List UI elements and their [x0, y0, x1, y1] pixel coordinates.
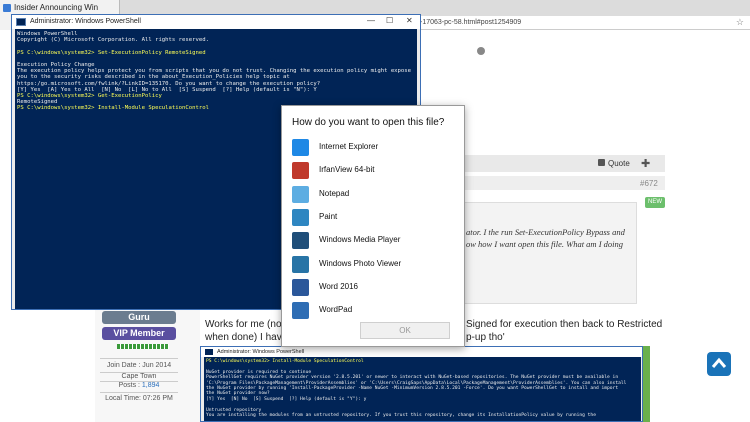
wordpad-icon	[292, 302, 309, 320]
tab-title: Insider Announcing Win	[14, 3, 99, 12]
window-titlebar[interactable]: Administrator: Windows PowerShell	[201, 347, 642, 357]
info-icon[interactable]	[477, 47, 485, 55]
console-output[interactable]: PS C:\windows\system32> Install-Module S…	[204, 357, 641, 421]
quote-text-line2: ow how I want open this file. What am I …	[466, 239, 624, 249]
join-date: Join Date : Jun 2014	[106, 362, 172, 369]
divider	[100, 358, 178, 359]
app-option[interactable]: Windows Photo Viewer	[292, 254, 442, 274]
location: Cape Town	[121, 373, 157, 380]
divider	[100, 392, 178, 393]
window-titlebar[interactable]: Administrator: Windows PowerShell — ☐ ✕	[12, 15, 420, 29]
dialog-title: How do you want to open this file?	[292, 117, 445, 128]
reply-text-line2: when done) I have	[205, 332, 288, 343]
window-title: Administrator: Windows PowerShell	[217, 349, 305, 355]
window-edge	[643, 346, 650, 422]
app-label: Windows Media Player	[319, 235, 401, 245]
app-label: WordPad	[319, 305, 353, 315]
reply-text-line1-end: Signed for execution then back to Restri…	[466, 319, 663, 330]
ok-button[interactable]: OK	[360, 322, 450, 339]
powershell-icon	[205, 349, 213, 355]
star-icon[interactable]: ☆	[736, 17, 744, 28]
quote-button[interactable]: Quote	[608, 159, 630, 168]
powershell-icon	[16, 18, 26, 26]
internet-explorer-icon	[292, 139, 309, 156]
local-time: Local Time: 07:26 PM	[105, 395, 173, 402]
quote-text-line1: ator. I the run Set-ExecutionPolicy Bypa…	[466, 227, 625, 237]
scroll-to-top-button[interactable]	[707, 352, 731, 376]
reply-text-line2-end: p-up tho'	[466, 332, 505, 343]
multiquote-icon[interactable]: ✚	[641, 157, 650, 170]
rank-guru-badge: Guru	[102, 311, 176, 324]
minimize-icon[interactable]: —	[367, 16, 375, 25]
app-option[interactable]: Windows Media Player	[292, 230, 442, 250]
irfanview-icon	[292, 162, 309, 180]
powershell-window-2[interactable]: Administrator: Windows PowerShell PS C:\…	[200, 346, 643, 422]
app-label: IrfanView 64-bit	[319, 165, 375, 175]
url-text: -17063-pc-58.html#post1254909	[420, 19, 522, 26]
app-label: Internet Explorer	[319, 142, 379, 151]
app-option[interactable]: IrfanView 64-bit	[292, 160, 442, 180]
posts-label: Posts :	[118, 382, 142, 389]
posts-count: Posts : 1,894	[102, 382, 176, 389]
quote-icon[interactable]	[598, 159, 605, 166]
console-line: PowerShellGet requires NuGet provider ve…	[206, 375, 619, 381]
app-option[interactable]: Word 2016	[292, 277, 442, 297]
paint-icon	[292, 208, 309, 226]
reputation-bar	[117, 344, 169, 349]
maximize-icon[interactable]: ☐	[386, 16, 393, 25]
app-option[interactable]: Paint	[292, 207, 442, 227]
notepad-icon	[292, 185, 309, 203]
photo-viewer-icon	[292, 255, 309, 273]
post-number[interactable]: #672	[640, 179, 658, 188]
app-label: Word 2016	[319, 281, 358, 291]
media-player-icon	[292, 232, 309, 250]
close-icon[interactable]: ✕	[406, 16, 413, 25]
favicon-icon	[3, 4, 11, 12]
app-option[interactable]: Notepad	[292, 184, 442, 204]
reply-text-line1: Works for me (note	[205, 319, 290, 330]
console-line: the NuGet provider by running 'Install-P…	[206, 385, 619, 391]
app-label: Notepad	[319, 188, 350, 198]
word-icon	[292, 278, 309, 296]
rank-vip-badge: VIP Member	[102, 327, 176, 340]
post-toolbar	[465, 155, 665, 172]
address-bar[interactable]: -17063-pc-58.html#post1254909 ☆	[410, 16, 750, 30]
app-option[interactable]: Internet Explorer	[292, 137, 442, 157]
console-line: You are installing the modules from an u…	[206, 412, 596, 418]
open-with-dialog: How do you want to open this file? Inter…	[281, 105, 465, 347]
window-title: Administrator: Windows PowerShell	[30, 18, 141, 25]
posts-value[interactable]: 1,894	[142, 382, 160, 389]
app-option[interactable]: WordPad	[292, 300, 442, 320]
chevron-up-icon	[711, 357, 727, 368]
app-label: Windows Photo Viewer	[319, 258, 402, 268]
new-badge: NEW	[645, 197, 665, 208]
post-header-bar	[465, 176, 665, 190]
app-label: Paint	[319, 211, 338, 221]
